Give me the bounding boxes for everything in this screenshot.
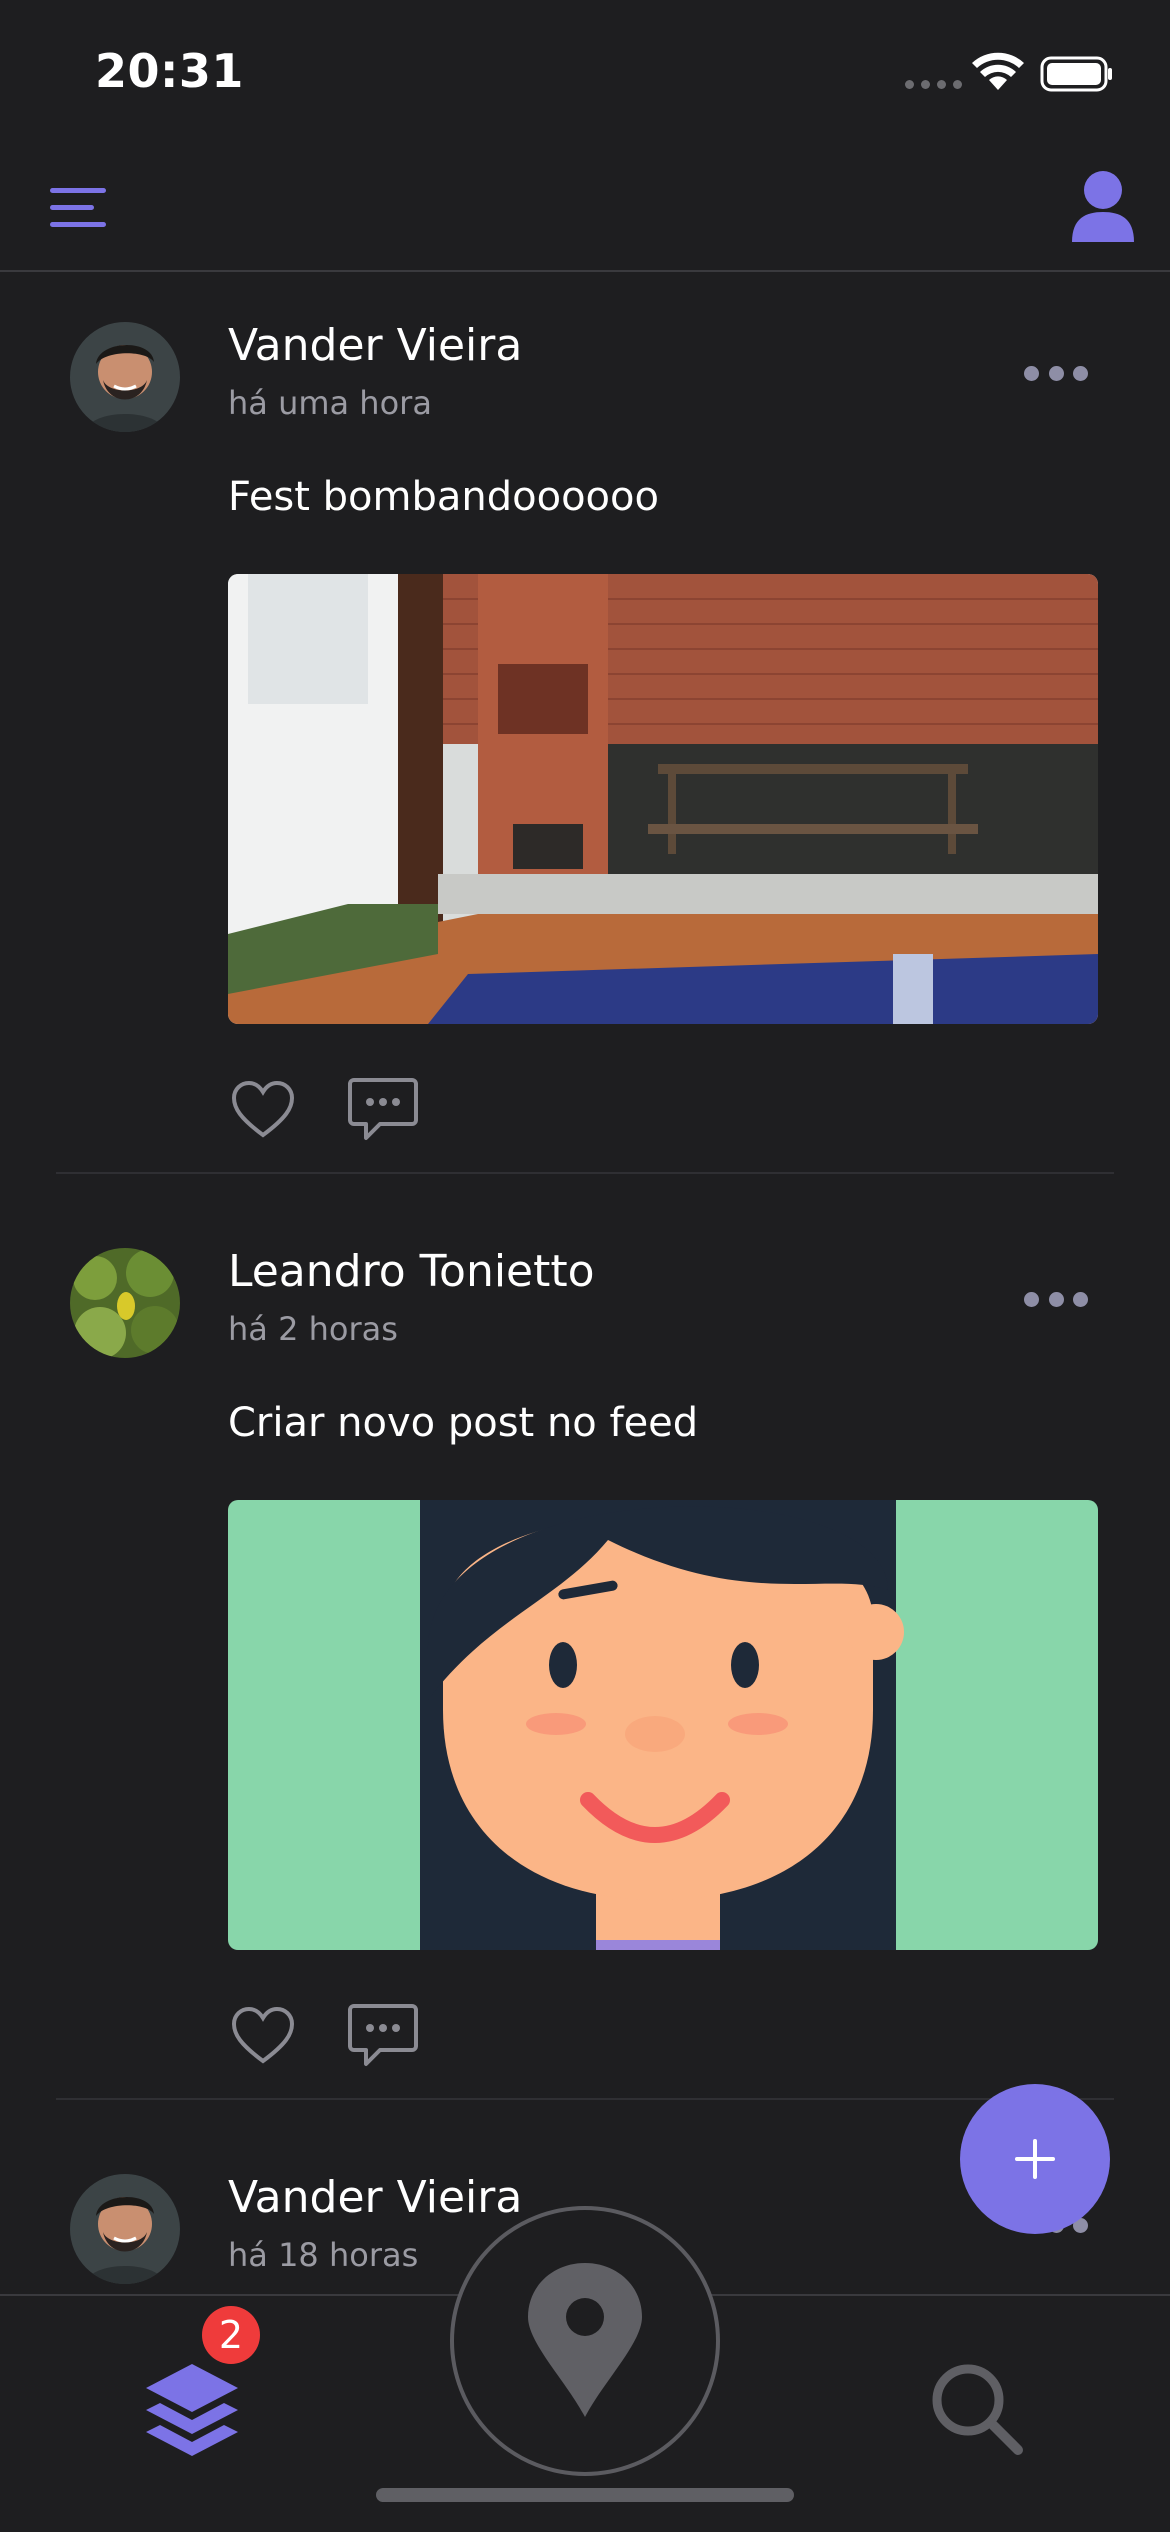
feed-list[interactable]: Vander Vieira há uma hora Fest bombandoo… xyxy=(0,272,1170,2294)
location-pin-icon xyxy=(528,2263,642,2417)
avatar[interactable] xyxy=(70,322,180,432)
home-indicator xyxy=(376,2488,794,2502)
comment-icon[interactable] xyxy=(348,1076,418,1142)
post-author[interactable]: Leandro Tonietto xyxy=(228,1246,595,1297)
post-caption: Criar novo post no feed xyxy=(228,1400,699,1446)
layers-icon[interactable] xyxy=(142,2360,242,2470)
avatar[interactable] xyxy=(70,2174,180,2284)
add-post-button[interactable] xyxy=(960,2084,1110,2234)
like-heart-icon[interactable] xyxy=(230,1080,296,1140)
post-divider xyxy=(56,1172,1114,1174)
post-divider xyxy=(56,2098,1114,2100)
plus-icon xyxy=(1015,2139,1055,2179)
battery-icon xyxy=(1040,56,1112,92)
post-author[interactable]: Vander Vieira xyxy=(228,2172,522,2223)
user-profile-icon[interactable] xyxy=(1070,170,1136,242)
top-navigation-bar xyxy=(0,140,1170,272)
post-image[interactable] xyxy=(228,574,1098,1024)
notification-badge: 2 xyxy=(202,2306,260,2364)
post-timestamp: há 18 horas xyxy=(228,2236,419,2274)
avatar[interactable] xyxy=(70,1248,180,1358)
more-options-icon[interactable] xyxy=(1024,1288,1088,1310)
hamburger-menu-icon[interactable] xyxy=(48,184,108,232)
comment-icon[interactable] xyxy=(348,2002,418,2068)
status-bar: 20:31 xyxy=(0,0,1170,140)
post-timestamp: há 2 horas xyxy=(228,1310,398,1348)
wifi-icon xyxy=(972,52,1024,90)
post-caption: Fest bombandoooooo xyxy=(228,474,659,520)
feed-post: Vander Vieira há uma hora Fest bombandoo… xyxy=(0,272,1170,1174)
post-image[interactable] xyxy=(228,1500,1098,1950)
status-time: 20:31 xyxy=(95,44,244,98)
post-timestamp: há uma hora xyxy=(228,384,432,422)
search-icon[interactable] xyxy=(928,2360,1024,2456)
post-author[interactable]: Vander Vieira xyxy=(228,320,522,371)
map-button[interactable] xyxy=(450,2206,720,2476)
cellular-signal-icon xyxy=(905,80,962,89)
more-options-icon[interactable] xyxy=(1024,362,1088,384)
feed-post: Leandro Tonietto há 2 horas Criar novo p… xyxy=(0,1198,1170,2100)
like-heart-icon[interactable] xyxy=(230,2006,296,2066)
